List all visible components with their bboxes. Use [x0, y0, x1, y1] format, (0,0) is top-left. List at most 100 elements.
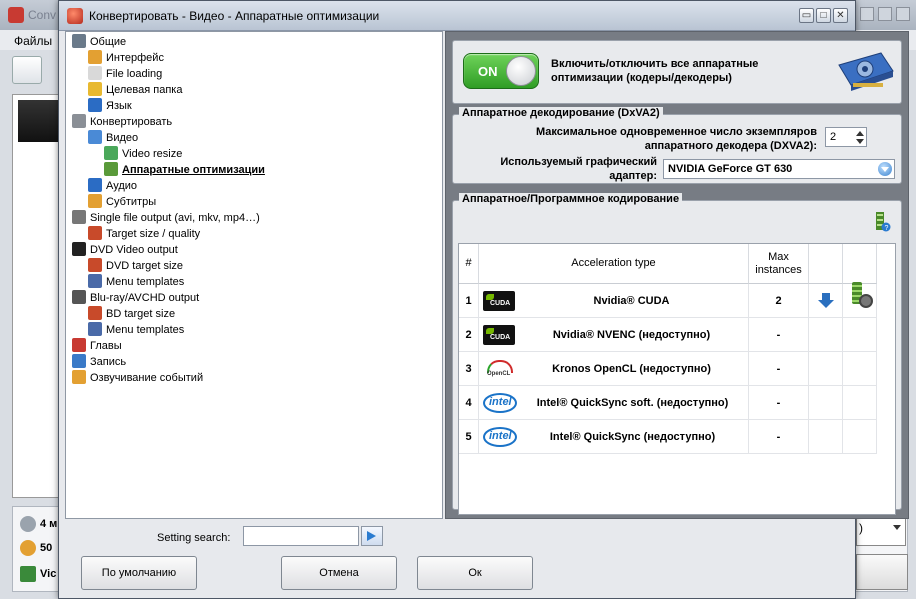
settings-cell[interactable] [843, 281, 877, 318]
file-icon [88, 66, 102, 80]
move-cell[interactable] [809, 386, 843, 420]
tree-item-label: BD target size [106, 308, 176, 320]
move-cell[interactable] [809, 284, 843, 318]
setting-search-input[interactable] [243, 526, 359, 546]
tree-item-label: DVD Video output [90, 244, 178, 256]
gpu-card-icon [838, 52, 894, 91]
tree-item[interactable]: Menu templates [88, 274, 184, 290]
move-down-icon[interactable] [817, 292, 834, 309]
max-instances-cell[interactable]: - [749, 420, 809, 454]
settings-cell[interactable] [843, 352, 877, 386]
dialog-app-icon [67, 8, 83, 24]
tree-item[interactable]: BD target size [88, 306, 175, 322]
add-file-button[interactable] [12, 56, 42, 84]
settings-cell[interactable] [843, 386, 877, 420]
video-icon [88, 130, 102, 144]
tree-item[interactable]: Конвертировать [72, 114, 172, 130]
tree-item-label: Target size / quality [106, 228, 201, 240]
table-header-cell: Acceleration type [479, 244, 749, 284]
adapter-value: NVIDIA GeForce GT 630 [668, 163, 793, 175]
clock-icon [20, 516, 36, 532]
search-go-icon[interactable] [361, 526, 383, 546]
tools-icon [72, 34, 86, 48]
tree-item-label: DVD target size [106, 260, 184, 272]
tree-item[interactable]: Интерфейс [88, 50, 164, 66]
adapter-select[interactable]: NVIDIA GeForce GT 630 [663, 159, 895, 179]
acceleration-type-cell[interactable]: Intel® QuickSync (недоступно) [479, 420, 749, 454]
tree-item[interactable]: Целевая папка [88, 82, 182, 98]
tree-item[interactable]: Аппаратные оптимизации [104, 162, 265, 178]
menu-list-icon [88, 322, 102, 336]
tree-item[interactable]: Video resize [104, 146, 182, 162]
tree-item[interactable]: Общие [72, 34, 126, 50]
close-icon[interactable] [896, 7, 910, 21]
move-cell[interactable] [809, 420, 843, 454]
tree-item-label: Главы [90, 340, 122, 352]
chevron-down-icon[interactable] [878, 162, 892, 176]
tree-item[interactable]: Субтитры [88, 194, 156, 210]
ok-button[interactable]: Ок [417, 556, 533, 590]
tree-item[interactable]: Аудио [88, 178, 137, 194]
hw-chip-info-icon[interactable]: ? [873, 211, 891, 233]
tree-item[interactable]: Blu-ray/AVCHD output [72, 290, 199, 306]
tree-item[interactable]: Запись [72, 354, 126, 370]
minimize-icon[interactable] [860, 7, 874, 21]
chip-icon [104, 162, 118, 176]
tree-item-label: Общие [90, 36, 127, 48]
settings-dialog: Конвертировать - Видео - Аппаратные опти… [58, 0, 909, 599]
hw-settings-icon[interactable] [850, 281, 873, 308]
video-thumbnail[interactable] [18, 100, 62, 142]
video-text: Vic [40, 567, 57, 580]
max-instances-cell[interactable]: - [749, 352, 809, 386]
max-instances-value: 2 [830, 131, 837, 143]
menu-files[interactable]: Файлы [14, 34, 52, 48]
stepper-up-icon[interactable] [856, 131, 864, 136]
dialog-close-button[interactable]: ✕ [833, 8, 848, 23]
opencl-logo [483, 358, 515, 379]
background-combo-value: ) [859, 521, 863, 535]
tree-item[interactable]: Menu templates [88, 322, 184, 338]
tree-item-label: Аппаратные оптимизации [122, 164, 265, 176]
target-icon [88, 258, 102, 272]
acceleration-type-label: Intel® QuickSync (недоступно) [549, 430, 716, 443]
size-text: 50 [40, 541, 53, 554]
tree-item[interactable]: Язык [88, 98, 132, 114]
tree-item[interactable]: Озвучивание событий [72, 370, 203, 386]
tree-item-label: Видео [106, 132, 139, 144]
row-number: 3 [459, 352, 479, 386]
acceleration-type-cell[interactable]: Kronos OpenCL (недоступно) [479, 352, 749, 386]
dialog-maximize-button[interactable]: □ [816, 8, 831, 23]
tree-item[interactable]: File loading [88, 66, 162, 82]
settings-cell[interactable] [843, 318, 877, 352]
hw-master-toggle[interactable]: ON [463, 53, 539, 89]
move-cell[interactable] [809, 352, 843, 386]
max-instances-stepper[interactable]: 2 [825, 127, 867, 147]
menu-list-icon [88, 274, 102, 288]
move-cell[interactable] [809, 318, 843, 352]
background-right-button[interactable] [856, 554, 908, 590]
dialog-minimize-button[interactable]: ▭ [799, 8, 814, 23]
speaker-icon [72, 370, 86, 384]
dialog-title: Конвертировать - Видео - Аппаратные опти… [89, 9, 380, 23]
tree-item[interactable]: Target size / quality [88, 226, 200, 242]
acceleration-type-cell[interactable]: Nvidia® NVENC (недоступно) [479, 318, 749, 352]
tree-item[interactable]: Single file output (avi, mkv, mp4…) [72, 210, 260, 226]
svg-text:?: ? [885, 225, 889, 232]
acceleration-type-cell[interactable]: Intel® QuickSync soft. (недоступно) [479, 386, 749, 420]
maximize-icon[interactable] [878, 7, 892, 21]
max-instances-cell[interactable]: 2 [749, 284, 809, 318]
max-instances-cell[interactable]: - [749, 386, 809, 420]
tree-item[interactable]: DVD Video output [72, 242, 178, 258]
acceleration-type-cell[interactable]: Nvidia® CUDA [479, 284, 749, 318]
tree-item[interactable]: Главы [72, 338, 122, 354]
tree-item[interactable]: Видео [88, 130, 138, 146]
max-instances-cell[interactable]: - [749, 318, 809, 352]
settings-cell[interactable] [843, 420, 877, 454]
tree-item[interactable]: DVD target size [88, 258, 183, 274]
tree-item-label: Blu-ray/AVCHD output [90, 292, 200, 304]
acceleration-type-label: Nvidia® NVENC (недоступно) [552, 328, 711, 341]
default-button[interactable]: По умолчанию [81, 556, 197, 590]
acceleration-type-label: Kronos OpenCL (недоступно) [552, 362, 711, 375]
stepper-down-icon[interactable] [856, 139, 864, 144]
cancel-button[interactable]: Отмена [281, 556, 397, 590]
